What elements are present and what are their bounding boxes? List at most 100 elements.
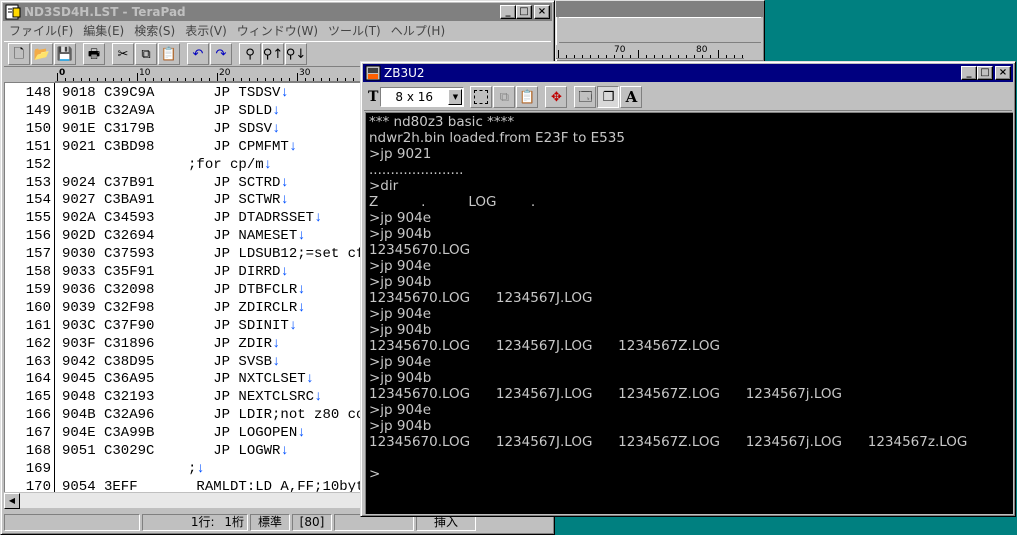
background-window[interactable]: 70 80 [555,0,765,62]
copy-button[interactable]: ⧉ [135,43,157,65]
line-text: ; [62,460,197,477]
line-text: 9024 C37B91 JP SCTRD [62,174,281,191]
line-number: 161 [25,317,51,334]
console-line: 12345670.LOG 1234567J.LOG 1234567Z.LOG [369,338,720,354]
redo-button[interactable]: ↷ [210,43,232,65]
close-button[interactable]: × [534,5,550,19]
line-text: 9042 C38D95 JP SVSB [62,353,273,370]
floppy-disk-icon: 💾 [56,46,74,62]
console-line: >jp 904e [369,402,431,418]
copy-icon: ⧉ [141,46,151,62]
dashed-select-icon [474,90,489,104]
menu-window[interactable]: ウィンドウ(W) [232,22,323,39]
line-text: 9036 C32098 JP DTBFCLR [62,281,298,298]
line-number: 164 [25,371,51,388]
print-button[interactable]: 🖶 [83,43,105,65]
scroll-left-button[interactable]: ◀ [4,493,20,509]
menu-search[interactable]: 検索(S) [129,22,180,39]
line-number: 156 [25,228,51,245]
move-arrows-icon: ✥ [550,89,562,105]
line-break-arrow: ↓ [297,281,306,298]
font-button[interactable]: A [620,86,643,108]
console-screen[interactable]: *** nd80z3 basic **** ndwr2h.bin loaded.f… [365,112,1013,514]
maximize-button[interactable]: □ [516,5,532,19]
menu-edit[interactable]: 編集(E) [78,22,129,39]
console-line: 12345670.LOG 1234567J.LOG [369,290,593,306]
line-number: 158 [25,264,51,280]
line-text: 901E C3179B JP SDSV [62,120,273,137]
line-number: 149 [25,102,51,119]
line-break-arrow: ↓ [280,192,289,209]
line-number: 151 [25,138,51,155]
windows-icon: ❐ [602,89,615,105]
line-break-arrow: ↓ [196,460,205,477]
copy-button[interactable]: ⧉ [493,86,516,108]
console-line: >jp 904b [369,418,432,434]
menu-help[interactable]: ヘルプ(H) [386,22,450,39]
find-next-down-button[interactable]: ⚲↓ [285,43,307,65]
zb3u2-window[interactable]: ZB3U2 _ □ × T 8 x 16 ▼ ⧉ 📋 ✥ 🗔 ❐ A *** n… [360,61,1016,517]
status-message [4,513,140,531]
save-button[interactable]: 💾 [54,43,76,65]
zb3u2-titlebar[interactable]: ZB3U2 _ □ × [363,64,1013,82]
properties-button[interactable]: 🗔 [574,86,597,108]
line-break-arrow: ↓ [305,371,315,388]
console-line: >jp 904b [369,370,432,386]
close-button[interactable]: × [995,66,1011,80]
open-file-button[interactable]: 📂 [31,43,53,65]
chevron-down-icon[interactable]: ▼ [448,89,463,105]
paste-button[interactable]: 📋 [516,86,539,108]
line-break-arrow: ↓ [272,353,281,370]
status-encoding: [80] [292,513,332,531]
console-line: >jp 9021 [369,146,432,162]
cut-button[interactable]: ✂ [112,43,134,65]
line-text: 903C C37F90 JP SDINIT [62,317,289,334]
terapad-app-icon [5,4,21,20]
terapad-titlebar[interactable]: ND3SD4H.LST - TeraPad _ □ × [3,3,552,21]
menu-file[interactable]: ファイル(F) [4,22,78,39]
console-line: ndwr2h.bin loaded.from E23F to E535 [369,130,625,146]
line-text: ;for cp/m [62,156,264,173]
console-line: >jp 904b [369,274,432,290]
ruler-number: 70 [614,45,626,55]
line-number: 154 [25,192,51,209]
ruler-number: 10 [139,68,151,78]
line-number: 152 [25,156,51,173]
clipboard-icon: 📋 [519,89,536,105]
background-button[interactable]: ❐ [597,86,620,108]
background-window-titlebar[interactable] [556,1,764,17]
line-number: 167 [25,425,51,442]
line-text: 9030 C37593 JP LDSUB12;=set cf i [62,246,382,263]
menu-tools[interactable]: ツール(T) [323,22,386,39]
line-text: 9039 C32F98 JP ZDIRCLR [62,299,298,316]
minimize-button[interactable]: _ [500,5,516,19]
zb3u2-app-icon [365,65,381,81]
font-size-select[interactable]: 8 x 16 ▼ [380,87,465,107]
console-line: Z . LOG . [369,194,536,210]
paste-button[interactable]: 📋 [158,43,180,65]
menu-view[interactable]: 表示(V) [180,22,232,39]
line-break-arrow: ↓ [297,228,306,245]
new-file-button[interactable]: 🗋 [8,43,30,65]
find-button[interactable]: ⚲ [239,43,261,65]
background-window-toolbar [559,17,761,43]
line-break-arrow: ↓ [272,120,281,137]
binoculars-icon: ⚲ [245,46,255,62]
window-title: ZB3U2 [384,66,425,80]
find-next-up-button[interactable]: ⚲↑ [262,43,284,65]
line-break-arrow: ↓ [297,425,306,442]
maximize-button[interactable]: □ [977,66,993,80]
select-button[interactable] [470,86,493,108]
line-number: 148 [25,85,51,101]
line-text: 904B C32A96 JP LDIR;not z80 comm [62,407,382,424]
status-row: 1行: [190,514,215,529]
ruler-number: 80 [696,45,708,55]
line-text: 9054 3EFF RAMLDT:LD A,FF;10bytes [62,478,382,492]
minimize-button[interactable]: _ [961,66,977,80]
font-a-icon: A [625,87,638,106]
line-number: 159 [25,281,51,298]
undo-button[interactable]: ↶ [187,43,209,65]
line-number: 155 [25,210,51,227]
fullscreen-button[interactable]: ✥ [545,86,568,108]
status-cursor-position: 1行: 1桁 [142,513,248,531]
